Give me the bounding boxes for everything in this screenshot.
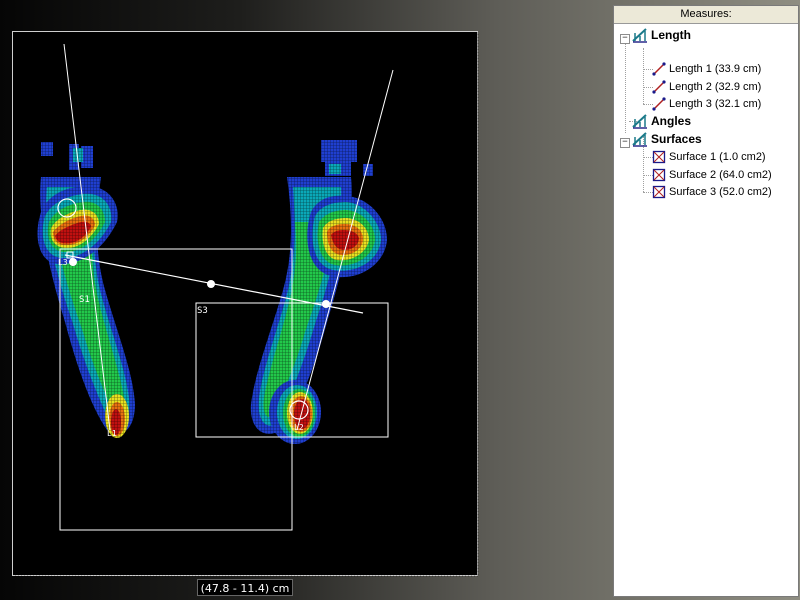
- length-3-start-handle[interactable]: [69, 258, 77, 266]
- surface-3-label: S3: [197, 306, 208, 316]
- tree-connector: [643, 48, 644, 104]
- tree-item-label: Length 1 (33.9 cm): [669, 63, 762, 75]
- tree-group-label: Angles: [651, 114, 692, 128]
- length-3-mid-handle[interactable]: [207, 280, 215, 288]
- tree-item-surface-3[interactable]: Surface 3 (52.0 cm2): [652, 183, 772, 201]
- surface-box-icon: [652, 150, 666, 164]
- tree-item-surface-2[interactable]: Surface 2 (64.0 cm2): [652, 166, 772, 184]
- tree-group-surfaces[interactable]: Surfaces: [632, 130, 702, 148]
- pressure-map-viewport[interactable]: S1 S3 L1 L2 L3: [12, 31, 479, 577]
- surface-box-icon: [652, 185, 666, 199]
- line-segment-icon: [652, 80, 666, 94]
- tree-item-label: Length 3 (32.1 cm): [669, 98, 762, 110]
- tree-group-label: Surfaces: [651, 132, 702, 146]
- tree-connector: [625, 38, 626, 133]
- length-3-label: L3: [58, 258, 68, 267]
- line-segment-icon: [652, 62, 666, 76]
- coordinate-readout: (47.8 - 11.4) cm: [197, 579, 293, 596]
- length-group-expander[interactable]: −: [620, 34, 630, 44]
- pressure-map-canvas[interactable]: S1 S3 L1 L2 L3: [13, 32, 479, 577]
- tree-group-angles[interactable]: Angles: [632, 112, 691, 130]
- measure-tool-icon: [632, 28, 647, 43]
- length-3-end-handle[interactable]: [322, 300, 330, 308]
- measure-tool-icon: [632, 132, 647, 147]
- measures-panel[interactable]: Measures: − Length Length 1 (33.9 cm) Le…: [613, 5, 799, 597]
- surface-1-label: S1: [79, 295, 90, 305]
- tree-group-label: Length: [651, 28, 691, 42]
- line-segment-icon: [652, 97, 666, 111]
- tree-item-surface-1[interactable]: Surface 1 (1.0 cm2): [652, 148, 766, 166]
- length-2-label: L2: [294, 423, 304, 432]
- length-1-label: L1: [107, 429, 117, 438]
- tree-item-length-2[interactable]: Length 2 (32.9 cm): [652, 78, 761, 96]
- tree-group-length[interactable]: Length: [632, 26, 691, 44]
- tree-item-label: Length 2 (32.9 cm): [669, 81, 762, 93]
- tree-item-length-3[interactable]: Length 3 (32.1 cm): [652, 95, 761, 113]
- measure-tool-icon: [632, 114, 647, 129]
- tree-item-label: Surface 3 (52.0 cm2): [669, 186, 772, 198]
- tree-item-label: Surface 1 (1.0 cm2): [669, 151, 766, 163]
- tree-item-length-1[interactable]: Length 1 (33.9 cm): [652, 60, 761, 78]
- surfaces-group-expander[interactable]: −: [620, 138, 630, 148]
- tree-item-label: Surface 2 (64.0 cm2): [669, 169, 772, 181]
- surface-box-icon: [652, 168, 666, 182]
- measures-panel-title: Measures:: [614, 6, 798, 24]
